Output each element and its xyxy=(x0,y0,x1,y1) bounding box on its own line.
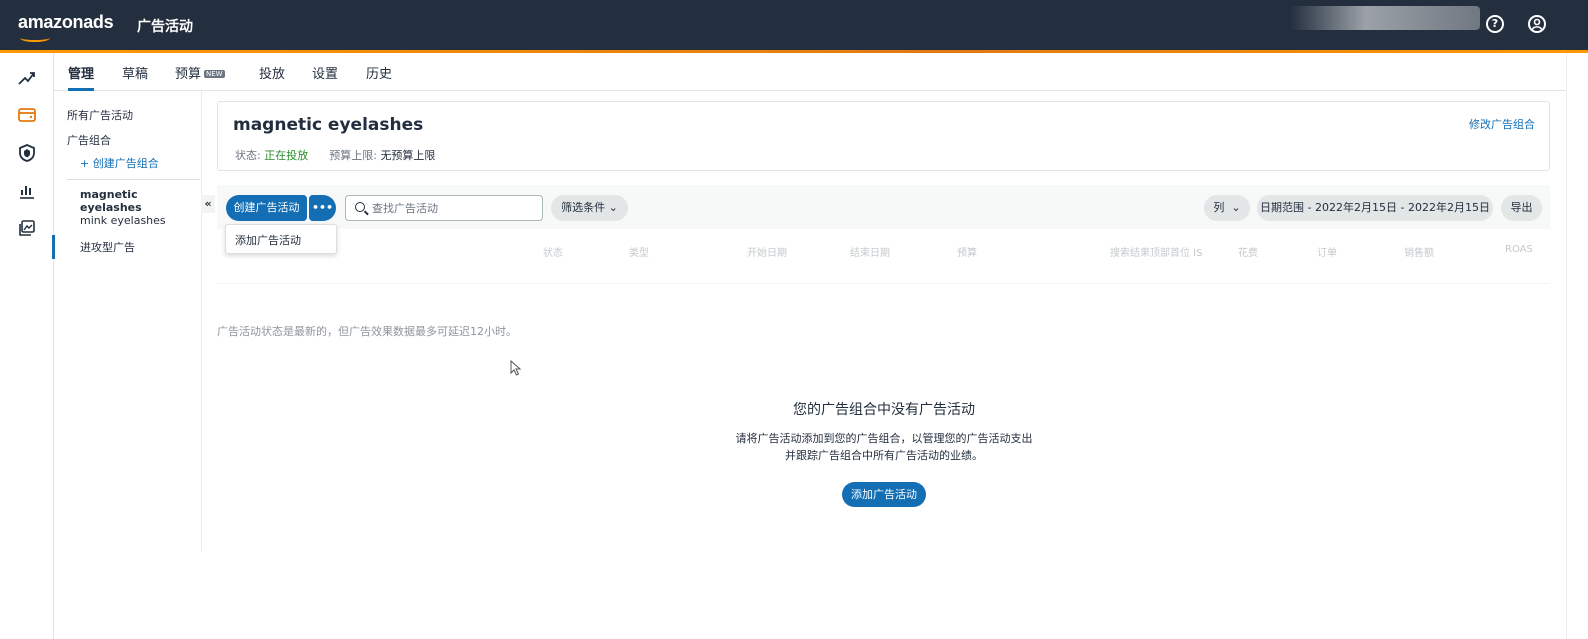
menu-item-add-campaign[interactable]: 添加广告活动 xyxy=(235,232,301,248)
budget-cap-label: 预算上限: xyxy=(329,149,377,162)
empty-state-description: 请将广告活动添加到您的广告组合，以管理您的广告活动支出 并跟踪广告组合中所有广告… xyxy=(0,430,1588,464)
more-actions-menu: 添加广告活动 xyxy=(225,224,337,254)
bar-chart-icon[interactable] xyxy=(17,181,37,201)
help-icon[interactable]: ? xyxy=(1486,15,1504,33)
edit-portfolio-link[interactable]: 修改广告组合 xyxy=(1469,116,1535,132)
brand-text: amazonads xyxy=(18,12,114,32)
sidebar-item-portfolio[interactable]: mink eyelashes xyxy=(80,214,166,227)
scrollbar-track[interactable] xyxy=(1566,53,1588,639)
tab-settings[interactable]: 设置 xyxy=(312,63,338,82)
collapse-sidebar-button[interactable]: « xyxy=(201,195,215,213)
filter-button[interactable]: 筛选条件 ⌄ xyxy=(551,195,628,221)
status-value: 正在投放 xyxy=(264,149,309,162)
tab-budgets-label: 预算 xyxy=(175,67,202,82)
new-badge: NEW xyxy=(204,70,225,78)
status-label: 状态: xyxy=(235,149,261,162)
portfolio-meta: 状态: 正在投放 预算上限: 无预算上限 xyxy=(235,147,435,163)
column-header[interactable]: 花费 xyxy=(1238,244,1258,259)
empty-desc-line: 请将广告活动添加到您的广告组合，以管理您的广告活动支出 xyxy=(735,432,1033,445)
sidebar-item-all-campaigns[interactable]: 所有广告活动 xyxy=(67,107,133,123)
create-portfolio-link[interactable]: + 创建广告组合 xyxy=(80,155,159,171)
tab-budgets[interactable]: 预算 NEW xyxy=(175,63,225,82)
mouse-cursor-icon xyxy=(510,360,522,376)
sidebar-item-portfolio[interactable]: magnetic eyelashes xyxy=(80,188,201,214)
portfolio-title: magnetic eyelashes xyxy=(233,115,424,135)
campaign-toolbar: 创建广告活动 ••• 筛选条件 ⌄ 列 ⌄ 日期范围 - 2022年2月15日 … xyxy=(217,185,1550,229)
app-title: 广告活动 xyxy=(137,19,193,35)
tab-manage[interactable]: 管理 xyxy=(68,63,94,82)
media-library-icon[interactable] xyxy=(17,218,37,238)
search-input[interactable] xyxy=(372,199,537,217)
tab-bar: 管理 草稿 预算 NEW 投放 设置 历史 xyxy=(54,53,1588,91)
campaign-wallet-icon[interactable] xyxy=(17,105,37,125)
columns-button[interactable]: 列 ⌄ xyxy=(1204,195,1250,221)
chevron-down-icon: ⌄ xyxy=(608,201,618,214)
filter-label: 筛选条件 xyxy=(561,201,606,214)
empty-state-title: 您的广告组合中没有广告活动 xyxy=(793,402,975,418)
column-header[interactable]: 销售额 xyxy=(1404,244,1434,259)
columns-label: 列 xyxy=(1213,201,1225,214)
tab-targeting[interactable]: 投放 xyxy=(259,63,285,82)
top-bar-highlight xyxy=(1290,6,1480,30)
logo-smile xyxy=(20,34,50,42)
top-bar: amazonads 广告活动 ? xyxy=(0,0,1588,50)
tab-history[interactable]: 历史 xyxy=(366,63,392,82)
portfolio-header-card: magnetic eyelashes 状态: 正在投放 预算上限: 无预算上限 … xyxy=(217,101,1550,171)
chevron-down-icon: ⌄ xyxy=(1231,201,1241,214)
trend-chart-icon[interactable] xyxy=(17,68,37,88)
column-header[interactable]: ROAS xyxy=(1505,244,1533,255)
date-range-button[interactable]: 日期范围 - 2022年2月15日 - 2022年2月15日 xyxy=(1257,195,1493,221)
empty-desc-line: 并跟踪广告组合中所有广告活动的业绩。 xyxy=(785,449,983,462)
column-header[interactable]: 开始日期 xyxy=(747,244,787,259)
campaign-table-header: 状态 类型 开始日期 结束日期 预算 搜索结果顶部首位 IS 花费 订单 销售额… xyxy=(217,240,1550,264)
column-header[interactable]: 搜索结果顶部首位 IS xyxy=(1110,244,1202,259)
column-header[interactable]: 订单 xyxy=(1317,244,1337,259)
shield-icon[interactable] xyxy=(17,143,37,163)
column-header[interactable]: 结束日期 xyxy=(850,244,890,259)
column-header[interactable]: 类型 xyxy=(629,244,649,259)
more-actions-button[interactable]: ••• xyxy=(309,195,336,221)
left-rail xyxy=(0,53,55,639)
column-header[interactable]: 预算 xyxy=(957,244,977,259)
amazon-ads-logo[interactable]: amazonads xyxy=(18,12,114,42)
search-icon xyxy=(355,202,365,212)
portfolio-sidebar: 所有广告活动 广告组合 + 创建广告组合 magnetic eyelashes … xyxy=(54,91,202,551)
sidebar-item-portfolio[interactable]: 进攻型广告 xyxy=(80,239,135,255)
tab-drafts[interactable]: 草稿 xyxy=(122,63,148,82)
data-latency-notice: 广告活动状态是最新的，但广告效果数据最多可延迟12小时。 xyxy=(217,325,517,338)
search-campaigns[interactable] xyxy=(345,195,543,221)
create-campaign-button[interactable]: 创建广告活动 xyxy=(226,195,307,221)
sidebar-item-portfolios[interactable]: 广告组合 xyxy=(67,132,111,148)
account-icon[interactable] xyxy=(1528,15,1546,33)
export-button[interactable]: 导出 xyxy=(1501,195,1542,221)
column-header[interactable]: 状态 xyxy=(543,244,563,259)
add-campaign-button[interactable]: 添加广告活动 xyxy=(842,482,926,507)
budget-cap-value: 无预算上限 xyxy=(380,149,436,162)
sidebar-divider xyxy=(67,179,200,180)
table-divider xyxy=(217,283,1550,284)
